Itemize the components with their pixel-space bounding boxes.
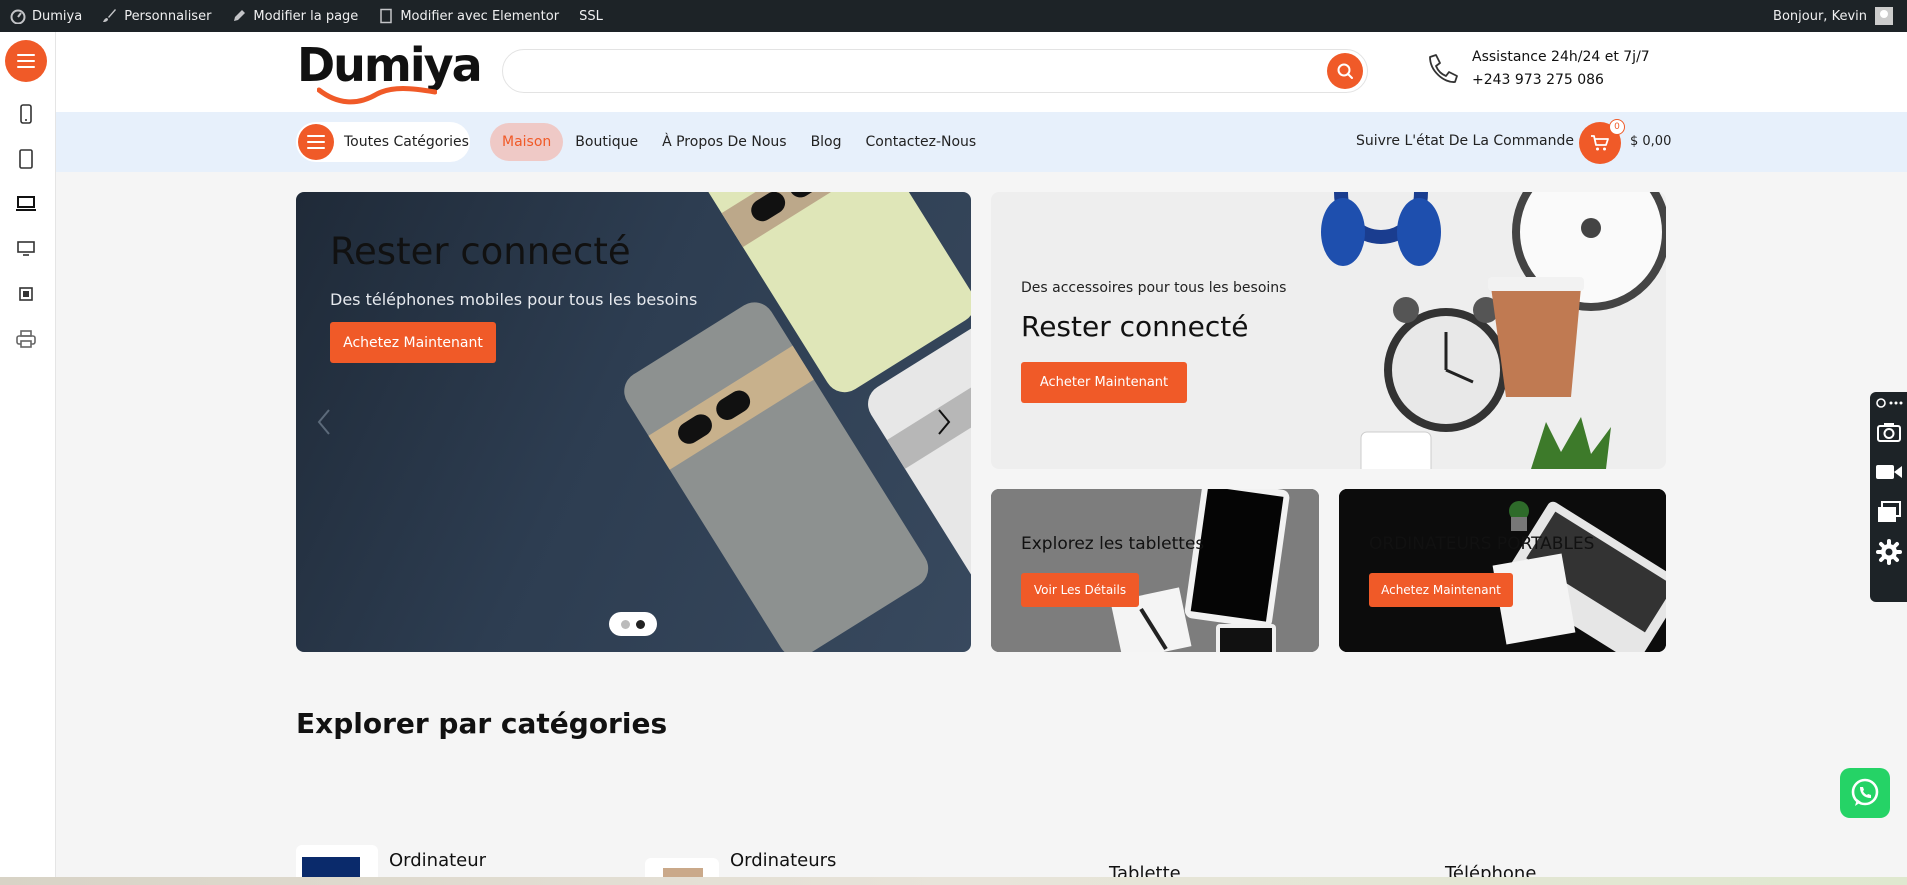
tablets-details-button[interactable]: Voir Les Détails — [1021, 573, 1139, 607]
whatsapp-icon — [1851, 778, 1879, 806]
laptops-promo-card: ORDINATEURS PORTABLES Achetez Maintenant — [1339, 489, 1666, 652]
site-logo[interactable]: Dumiya — [297, 38, 483, 105]
tablet-icon[interactable] — [14, 147, 38, 171]
floating-tools-panel — [1870, 392, 1907, 602]
hero-title: Rester connecté — [330, 230, 631, 273]
chip-icon[interactable] — [14, 282, 38, 306]
cart-icon — [1591, 135, 1609, 151]
side-menu-button[interactable] — [5, 40, 47, 82]
admin-ssl-label: SSL — [579, 8, 603, 24]
support-info: Assistance 24h/24 et 7j/7 +243 973 275 0… — [1424, 46, 1650, 92]
cart-total: $ 0,00 — [1630, 134, 1672, 149]
tablet-image — [991, 489, 1319, 652]
bottom-edge-strip — [0, 877, 1907, 885]
main-navbar: Toutes Catégories Maison Boutique À Prop… — [56, 112, 1907, 172]
admin-account[interactable]: Bonjour, Kevin — [1773, 7, 1907, 25]
categories-menu-icon — [298, 124, 334, 160]
all-categories-label: Toutes Catégories — [344, 134, 469, 150]
printer-icon[interactable] — [14, 327, 38, 351]
category-item-ordinateur[interactable]: Ordinateur — [389, 850, 486, 871]
video-camera-icon[interactable] — [1875, 458, 1903, 486]
all-categories-button[interactable]: Toutes Catégories — [296, 122, 470, 162]
hero-subtitle: Des téléphones mobiles pour tous les bes… — [330, 290, 698, 309]
avatar — [1875, 7, 1893, 25]
hero-slider: Rester connecté Des téléphones mobiles p… — [296, 192, 971, 652]
support-hours: Assistance 24h/24 et 7j/7 — [1472, 49, 1650, 65]
admin-site-label: Dumiya — [32, 8, 83, 24]
laptops-buy-button[interactable]: Achetez Maintenant — [1369, 573, 1513, 607]
laptop-image — [1339, 489, 1666, 652]
accessories-subtitle: Des accessoires pour tous les besoins — [1021, 280, 1287, 296]
admin-customize-link[interactable]: Personnaliser — [92, 0, 221, 32]
slider-dot-1[interactable] — [621, 619, 630, 629]
whatsapp-button[interactable] — [1840, 768, 1890, 818]
admin-bar: Dumiya Personnaliser Modifier la page Mo… — [0, 0, 1907, 32]
pencil-icon — [234, 10, 246, 21]
nav-item-boutique[interactable]: Boutique — [563, 123, 650, 161]
tools-more-icon[interactable] — [1875, 394, 1903, 412]
dashboard-icon — [10, 9, 26, 24]
phone-support-icon — [1429, 54, 1458, 83]
laptop-icon[interactable] — [14, 192, 38, 216]
admin-ssl-link[interactable]: SSL — [569, 0, 613, 32]
admin-elementor-link[interactable]: Modifier avec Elementor — [368, 0, 569, 32]
slider-prev-arrow-icon[interactable] — [316, 406, 332, 438]
accessories-promo-card: Des accessoires pour tous les besoins Re… — [991, 192, 1666, 469]
cart-count-badge: 0 — [1609, 119, 1625, 135]
category-item-ordinateurs[interactable]: Ordinateurs — [730, 850, 836, 871]
admin-edit-page-link[interactable]: Modifier la page — [221, 0, 368, 32]
support-phone[interactable]: +243 973 275 086 — [1472, 69, 1650, 92]
search-bar — [502, 49, 1368, 93]
camera-icon[interactable] — [1875, 418, 1903, 446]
categories-section-title: Explorer par catégories — [296, 707, 668, 740]
accessories-title: Rester connecté — [1021, 310, 1249, 343]
primary-menu: Maison Boutique À Propos De Nous Blog Co… — [490, 123, 988, 161]
track-order-link[interactable]: Suivre L'état De La Commande — [1356, 133, 1574, 149]
nav-item-blog[interactable]: Blog — [799, 123, 854, 161]
nav-item-contact[interactable]: Contactez-Nous — [854, 123, 989, 161]
slider-next-arrow-icon[interactable] — [936, 406, 952, 438]
admin-site-link[interactable]: Dumiya — [0, 0, 92, 32]
desktop-icon[interactable] — [14, 237, 38, 261]
admin-customize-label: Personnaliser — [124, 8, 212, 24]
menu-icon — [17, 54, 35, 68]
brush-icon — [103, 9, 117, 22]
site-header: Dumiya Assistance 24h/24 et 7j/7 +243 97… — [56, 32, 1907, 112]
search-button[interactable] — [1327, 53, 1363, 89]
nav-item-a-propos[interactable]: À Propos De Nous — [650, 123, 798, 161]
elementor-icon — [380, 8, 393, 24]
phone-icon[interactable] — [14, 102, 38, 126]
gear-icon[interactable] — [1875, 538, 1903, 566]
hero-buy-button[interactable]: Achetez Maintenant — [330, 322, 496, 363]
laptops-title: ORDINATEURS PORTABLES — [1369, 534, 1595, 554]
search-icon — [1337, 63, 1353, 79]
admin-elementor-label: Modifier avec Elementor — [400, 8, 560, 24]
tablets-title: Explorez les tablettes — [1021, 534, 1205, 554]
slider-dots — [609, 612, 657, 636]
tablets-promo-card: Explorez les tablettes Voir Les Détails — [991, 489, 1319, 652]
accessories-buy-button[interactable]: Acheter Maintenant — [1021, 362, 1187, 403]
admin-edit-page-label: Modifier la page — [253, 8, 359, 24]
windows-icon[interactable] — [1875, 498, 1903, 526]
slider-dot-2[interactable] — [636, 619, 645, 629]
logo-swoosh-icon — [317, 86, 437, 105]
search-input[interactable] — [521, 50, 1301, 90]
admin-greeting: Bonjour, Kevin — [1773, 8, 1867, 24]
nav-item-maison[interactable]: Maison — [490, 123, 564, 161]
device-side-panel — [0, 32, 56, 885]
